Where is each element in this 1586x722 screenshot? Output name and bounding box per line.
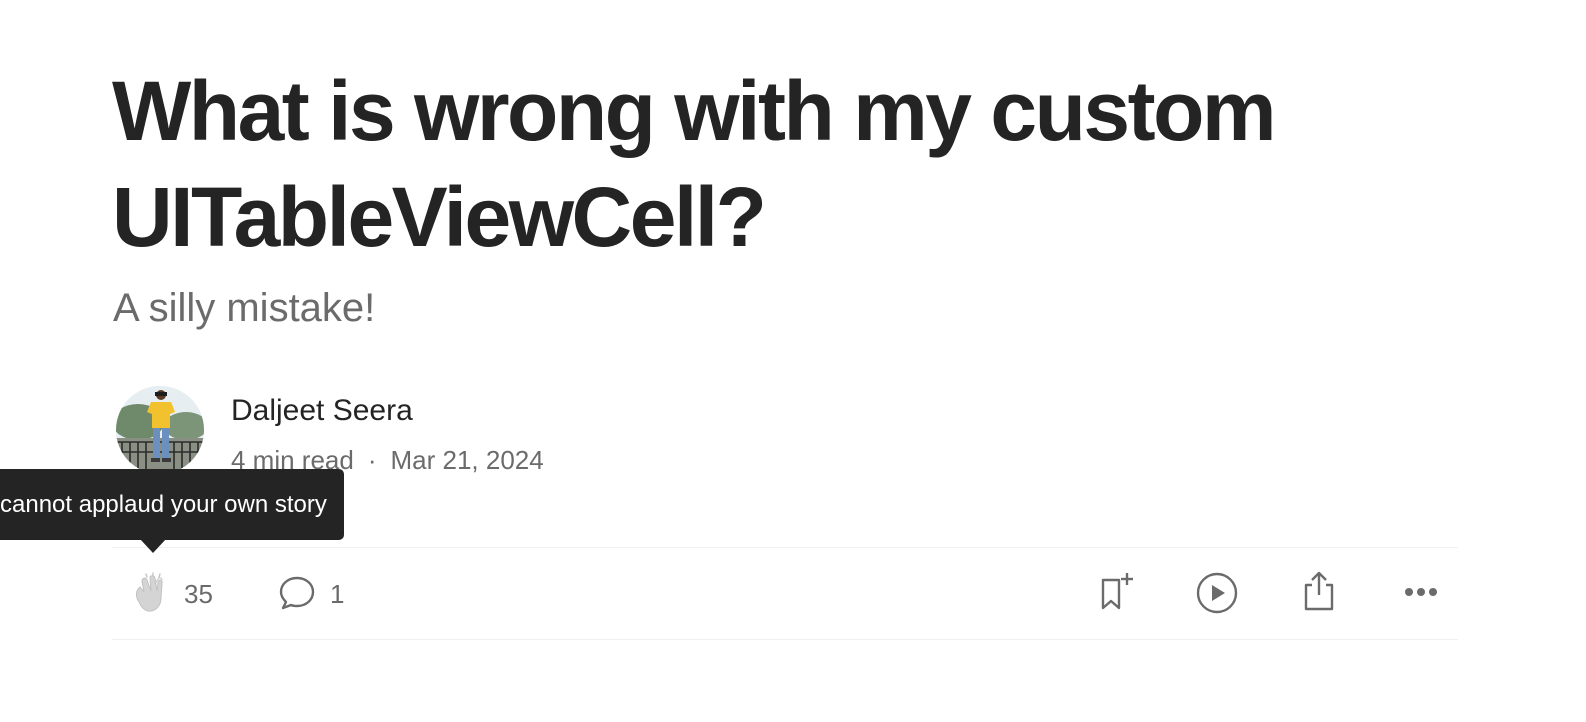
- action-bar-bottom-divider: [112, 639, 1458, 640]
- publish-date: Mar 21, 2024: [390, 445, 544, 475]
- save-button[interactable]: [1092, 568, 1138, 614]
- comment-count[interactable]: 1: [330, 579, 344, 609]
- clap-tooltip: cannot applaud your own story: [0, 469, 344, 540]
- listen-button[interactable]: [1194, 570, 1240, 616]
- clap-count[interactable]: 35: [184, 579, 213, 609]
- bookmark-add-icon: [1101, 573, 1133, 610]
- article-action-bar: 35 1: [112, 548, 1458, 639]
- comment-button[interactable]: [276, 572, 318, 614]
- author-name[interactable]: Daljeet Seera: [231, 392, 413, 430]
- share-button[interactable]: [1296, 568, 1342, 614]
- tooltip-arrow: [140, 539, 166, 553]
- more-icon: [1405, 588, 1437, 596]
- avatar-photo: [116, 386, 204, 474]
- clap-icon: [136, 572, 163, 612]
- more-button[interactable]: [1398, 572, 1444, 612]
- clap-button[interactable]: [128, 570, 176, 618]
- play-icon: [1196, 572, 1238, 614]
- comment-icon: [279, 576, 315, 610]
- article-title: What is wrong with my custom UITableView…: [112, 64, 1277, 264]
- author-avatar[interactable]: [116, 386, 204, 474]
- share-icon: [1304, 571, 1334, 611]
- meta-separator: ·: [367, 445, 377, 475]
- article-subtitle: A silly mistake!: [113, 286, 376, 330]
